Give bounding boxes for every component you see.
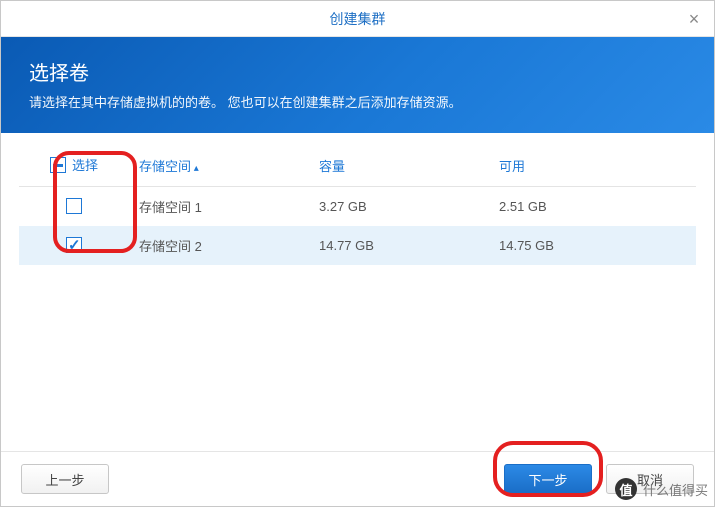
col-header-capacity[interactable]: 容量 — [309, 147, 489, 186]
col-header-available[interactable]: 可用 — [489, 147, 696, 186]
cell-storage: 存储空间 1 — [129, 186, 309, 226]
title-bar: 创建集群 × — [1, 1, 714, 37]
next-button[interactable]: 下一步 — [504, 464, 592, 494]
col-header-select[interactable]: 选择 — [19, 147, 129, 186]
cell-available: 14.75 GB — [489, 226, 696, 265]
wizard-banner: 选择卷 请选择在其中存储虚拟机的的卷。 您也可以在创建集群之后添加存储资源。 — [1, 37, 714, 133]
cell-capacity: 14.77 GB — [309, 226, 489, 265]
banner-heading: 选择卷 — [29, 57, 686, 86]
content-area: 选择 存储空间 容量 可用 存储空间 1 3.27 GB 2.51 GB — [1, 133, 714, 451]
table-row[interactable]: 存储空间 2 14.77 GB 14.75 GB — [19, 226, 696, 265]
row-checkbox[interactable] — [66, 198, 82, 214]
close-icon[interactable]: × — [684, 9, 704, 29]
cell-capacity: 3.27 GB — [309, 186, 489, 226]
select-all-checkbox[interactable] — [50, 157, 66, 173]
banner-subtext: 请选择在其中存储虚拟机的的卷。 您也可以在创建集群之后添加存储资源。 — [29, 92, 686, 111]
cancel-button[interactable]: 取消 — [606, 464, 694, 494]
row-checkbox[interactable] — [66, 237, 82, 253]
back-button[interactable]: 上一步 — [21, 464, 109, 494]
col-header-storage[interactable]: 存储空间 — [129, 147, 309, 186]
cell-storage: 存储空间 2 — [129, 226, 309, 265]
wizard-footer: 上一步 下一步 取消 — [1, 451, 714, 506]
volume-table: 选择 存储空间 容量 可用 存储空间 1 3.27 GB 2.51 GB — [19, 147, 696, 265]
col-header-select-label: 选择 — [72, 155, 98, 174]
cell-available: 2.51 GB — [489, 186, 696, 226]
dialog-title: 创建集群 — [330, 9, 386, 29]
table-row[interactable]: 存储空间 1 3.27 GB 2.51 GB — [19, 186, 696, 226]
create-cluster-dialog: 创建集群 × 选择卷 请选择在其中存储虚拟机的的卷。 您也可以在创建集群之后添加… — [0, 0, 715, 507]
